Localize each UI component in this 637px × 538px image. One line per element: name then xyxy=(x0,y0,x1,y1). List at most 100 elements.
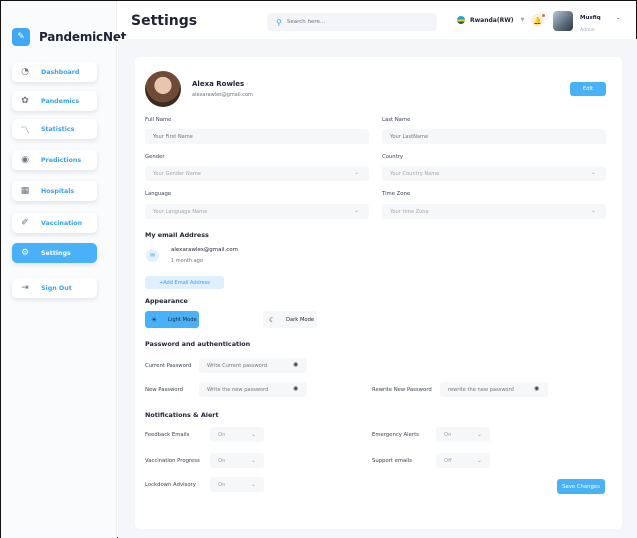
moon-icon: ☾ xyxy=(269,315,276,324)
emergency-alerts-select[interactable]: On ⌄ xyxy=(436,427,490,442)
first-name-field[interactable] xyxy=(145,129,369,144)
rewrite-password-field[interactable] xyxy=(440,382,548,397)
avatar[interactable] xyxy=(553,11,573,31)
rewrite-password-label: Rewrite New Password xyxy=(372,387,432,393)
sidebar-item-label: Statistics xyxy=(41,125,75,133)
sidebar-item-label: Vaccination xyxy=(41,219,83,227)
timezone-value: Your time Zone xyxy=(390,208,429,215)
save-changes-button[interactable]: Save Changes xyxy=(557,479,605,494)
brand[interactable]: ✎ PandemicNet xyxy=(12,28,126,46)
sidebar-item-sign-out[interactable]: ⇥ Sign Out xyxy=(12,278,97,298)
sidebar-item-label: Dashboard xyxy=(41,68,80,76)
chevron-down-icon: ▼ xyxy=(520,17,525,23)
appearance-title: Appearance xyxy=(145,297,188,305)
country-select[interactable]: Your Country Name xyxy=(382,166,606,181)
support-emails-label: Support emails xyxy=(372,458,412,464)
feedback-emails-select[interactable]: On ⌄ xyxy=(210,427,264,442)
support-emails-select[interactable]: Off ⌄ xyxy=(436,453,490,468)
gear-icon: ⚙ xyxy=(20,248,30,258)
page-title: Settings xyxy=(131,13,198,29)
country-label: Country xyxy=(382,154,404,160)
new-password-label: New Password xyxy=(145,387,183,393)
notification-dot xyxy=(542,14,545,17)
syringe-icon: ✐ xyxy=(21,218,29,228)
timezone-select[interactable]: Your time Zone xyxy=(382,204,606,219)
chevron-down-icon: ⌄ xyxy=(250,431,256,438)
lockdown-advisory-select[interactable]: On ⌄ xyxy=(210,477,264,492)
sidebar-item-vaccination[interactable]: ✐ Vaccination xyxy=(12,213,97,233)
dashboard-icon: ◔ xyxy=(21,67,29,77)
chevron-down-icon: ⌄ xyxy=(354,207,360,214)
last-name-label: Last Name xyxy=(382,117,411,123)
language-label: Language xyxy=(145,191,172,197)
light-mode-label: Light Mode xyxy=(168,316,197,323)
sidebar-item-settings[interactable]: ⚙ Settings xyxy=(12,243,97,263)
sidebar-item-pandemics[interactable]: ✿ Pandemics xyxy=(12,91,97,111)
language-select[interactable]: Your Language Name xyxy=(145,204,369,219)
sidebar-item-label: Settings xyxy=(41,249,71,257)
language-value: Your Language Name xyxy=(153,208,208,215)
chevron-down-icon: ⌄ xyxy=(591,207,597,214)
logo-icon: ✎ xyxy=(12,28,30,46)
profile-name: Alexa Rowles xyxy=(192,80,245,88)
sidebar-item-label: Sign Out xyxy=(41,284,72,292)
new-password-field[interactable] xyxy=(199,382,307,397)
last-name-field[interactable] xyxy=(382,129,606,144)
brand-name: PandemicNet xyxy=(39,30,127,44)
chevron-down-icon: ⌄ xyxy=(476,457,482,464)
chevron-down-icon: ⌄ xyxy=(250,481,256,488)
lockdown-advisory-value: On xyxy=(218,481,226,488)
add-email-button[interactable]: +Add Email Address xyxy=(145,276,224,289)
search-input[interactable] xyxy=(286,19,427,25)
dark-mode-label: Dark Mode xyxy=(286,316,315,323)
chevron-down-icon: ⌄ xyxy=(250,457,256,464)
broadcast-icon: ◉ xyxy=(21,155,29,165)
vaccination-progress-value: On xyxy=(218,457,226,464)
edit-button[interactable]: Edit xyxy=(570,82,606,96)
profile-email: alexarawles@gmail.com xyxy=(192,92,253,98)
sun-icon: ☀ xyxy=(151,315,158,324)
search-bar[interactable]: ⚲ xyxy=(267,13,437,31)
user-menu-chevron-icon[interactable]: ⌄ xyxy=(616,15,620,21)
chart-line-icon: 〽 xyxy=(20,125,30,136)
current-password-label: Current Password xyxy=(145,363,192,369)
dark-mode-button[interactable]: ☾ Dark Mode xyxy=(263,311,317,328)
lockdown-advisory-label: Lockdown Advisory xyxy=(145,482,196,488)
light-mode-button[interactable]: ☀ Light Mode xyxy=(145,311,199,328)
eye-off-icon[interactable]: ◉ xyxy=(534,385,539,392)
mail-icon: ✉ xyxy=(146,249,159,262)
rwanda-flag-icon xyxy=(457,16,465,24)
current-password-field[interactable] xyxy=(199,358,307,373)
user-name: Musfiq xyxy=(580,15,601,21)
email-address: alexarawles@gmail.com xyxy=(171,247,238,253)
sidebar-item-hospitals[interactable]: ▦ Hospitals xyxy=(12,181,97,201)
emergency-alerts-value: On xyxy=(444,431,452,438)
eye-off-icon[interactable]: ◉ xyxy=(293,385,298,392)
feedback-emails-label: Feedback Emails xyxy=(145,432,190,438)
support-emails-value: Off xyxy=(444,457,452,464)
email-age: 1 month ago xyxy=(171,258,203,264)
sidebar-item-statistics[interactable]: 〽 Statistics xyxy=(12,119,97,139)
profile-avatar xyxy=(145,71,181,107)
feedback-emails-value: On xyxy=(218,431,226,438)
search-icon: ⚲ xyxy=(276,17,282,27)
sidebar-item-dashboard[interactable]: ◔ Dashboard xyxy=(12,62,97,82)
gender-select[interactable]: Your Gender Name xyxy=(145,166,369,181)
chevron-down-icon: ⌄ xyxy=(476,431,482,438)
timezone-label: Time Zone xyxy=(382,191,411,197)
gender-value: Your Gender Name xyxy=(153,170,201,177)
sidebar-item-predictions[interactable]: ◉ Predictions xyxy=(12,150,97,170)
country-value: Your Country Name xyxy=(390,170,440,177)
vaccination-progress-select[interactable]: On ⌄ xyxy=(210,453,264,468)
sidebar-item-label: Predictions xyxy=(41,156,82,164)
virus-icon: ✿ xyxy=(21,96,29,106)
eye-off-icon[interactable]: ◉ xyxy=(293,361,298,368)
vaccination-progress-label: Vaccination Progress xyxy=(145,458,200,464)
sidebar-item-label: Hospitals xyxy=(41,187,75,195)
sign-out-icon: ⇥ xyxy=(21,283,29,293)
region-selector[interactable]: Rwanda(RW) ▼ xyxy=(457,16,524,24)
user-role: Admin xyxy=(580,28,595,33)
full-name-label: Full Name xyxy=(145,117,172,123)
emergency-alerts-label: Emergency Alerts xyxy=(372,432,419,438)
notifications-title: Notifications & Alert xyxy=(145,411,219,419)
